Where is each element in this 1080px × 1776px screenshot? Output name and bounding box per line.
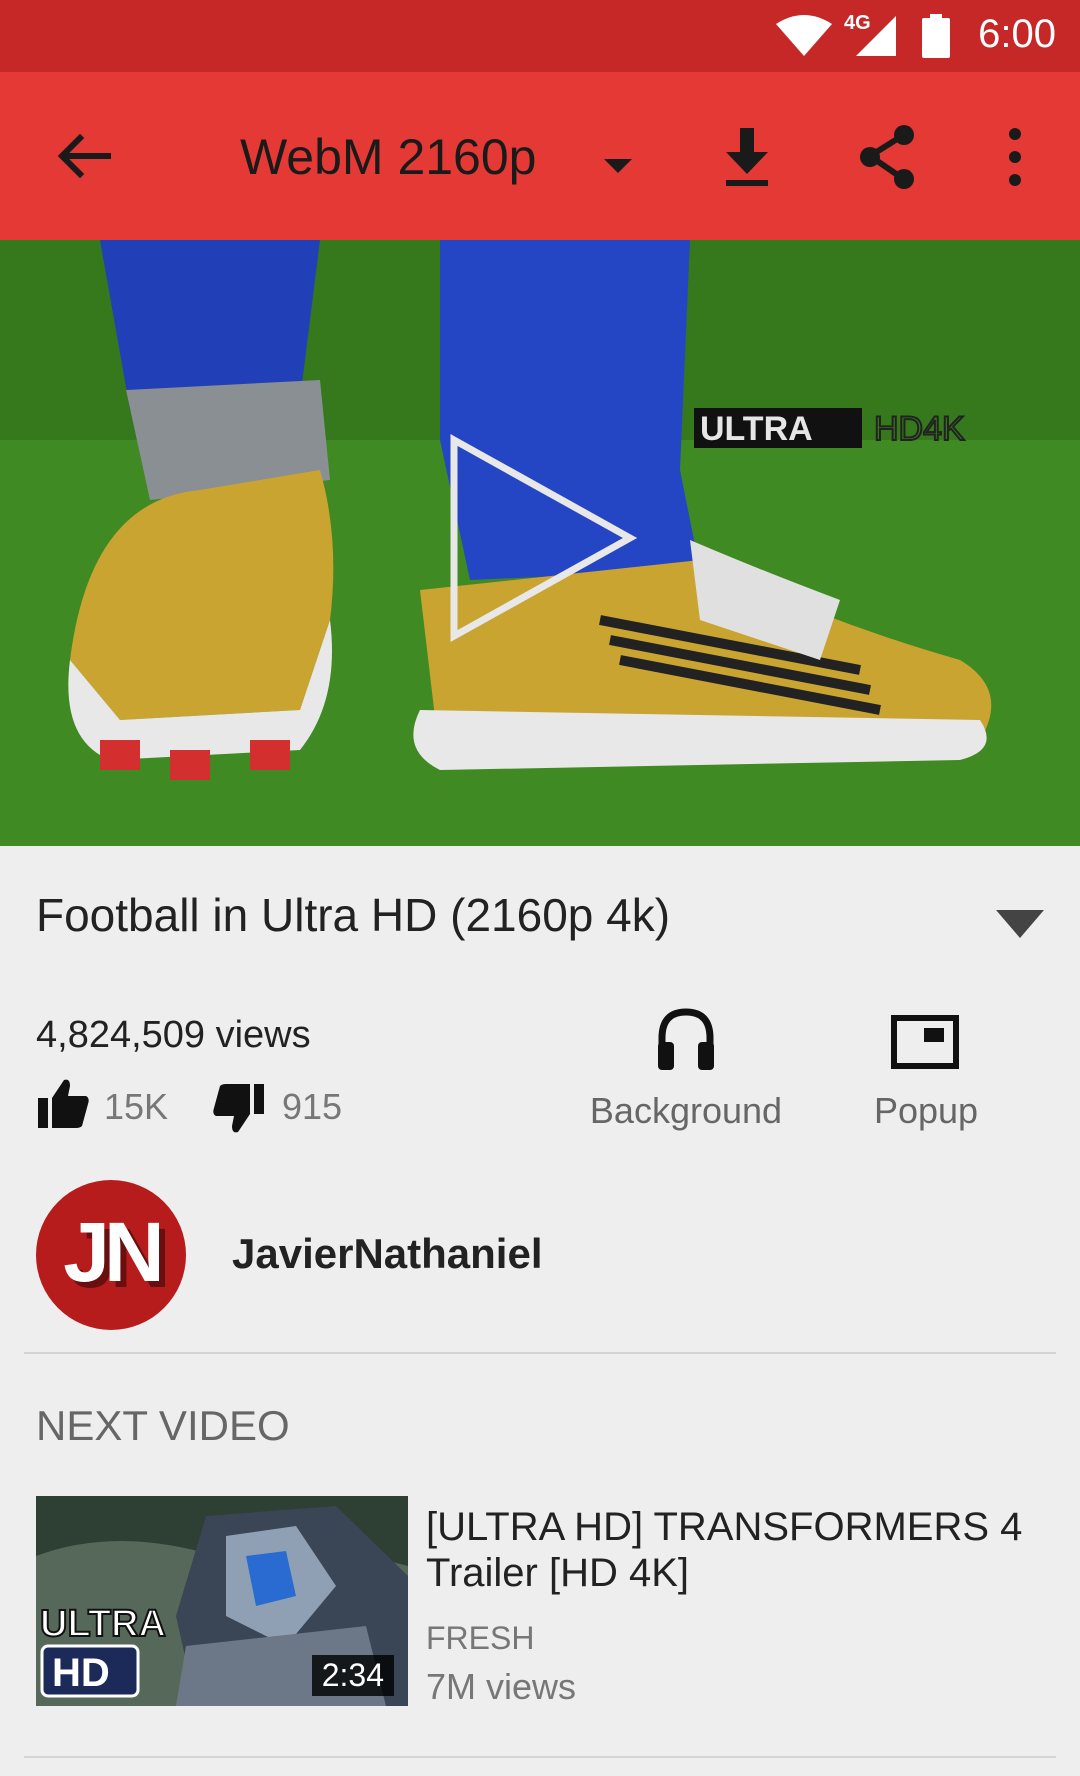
headphones-icon [658,1008,714,1070]
video-thumbnail-image: ULTRA HD4K [0,240,1080,846]
next-video-title[interactable]: [ULTRA HD] TRANSFORMERS 4 Trailer [HD 4K… [426,1504,1046,1596]
expand-description-icon[interactable] [994,906,1046,942]
avatar-letters: JN [63,1205,164,1299]
background-play-button[interactable]: Background [576,1006,796,1136]
background-label: Background [589,1090,783,1131]
next-video-channel: FRESH [426,1620,535,1656]
video-title: Football in Ultra HD (2160p 4k) [36,889,671,941]
divider [24,1756,1056,1758]
next-video-heading: NEXT VIDEO [36,1402,290,1449]
thumbs-up-icon [38,1079,89,1128]
channel-avatar[interactable]: JN [36,1180,186,1330]
download-icon[interactable] [712,122,782,192]
like-count: 15K [104,1086,169,1127]
next-video-thumbnail[interactable]: ULTRA HD 2:34 [36,1496,408,1706]
overlay-ultra-text: ULTRA [700,410,813,448]
overlay-hd4k-text: HD4K [874,410,965,448]
app-bar: WebM 2160p [0,72,1080,240]
battery-icon [922,14,950,58]
dropdown-arrow-icon[interactable] [598,147,638,187]
video-player[interactable]: ULTRA HD4K [0,240,1080,846]
channel-name[interactable]: JavierNathaniel [232,1230,543,1278]
more-vert-icon[interactable] [990,122,1040,192]
thumb-hd-text: HD [52,1651,110,1695]
back-arrow-icon[interactable] [48,122,120,194]
clock-time: 6:00 [978,12,1056,56]
signal-icon [856,16,896,56]
next-video-views: 7M views [426,1666,577,1707]
popup-play-button[interactable]: Popup [846,1006,1006,1136]
popup-label: Popup [873,1090,979,1131]
thumb-ultra-text: ULTRA [40,1603,166,1645]
quality-selector-label[interactable]: WebM 2160p [240,128,536,186]
share-icon[interactable] [852,122,922,192]
wifi-icon [776,15,832,56]
status-bar: 4G 6:00 [0,0,1080,72]
divider [24,1352,1056,1354]
dislike-count: 915 [282,1086,343,1127]
picture-in-picture-icon [891,1015,959,1069]
thumbs-down-icon [213,1084,264,1133]
view-count: 4,824,509 views [36,1014,311,1056]
video-duration-badge: 2:34 [311,1655,394,1696]
